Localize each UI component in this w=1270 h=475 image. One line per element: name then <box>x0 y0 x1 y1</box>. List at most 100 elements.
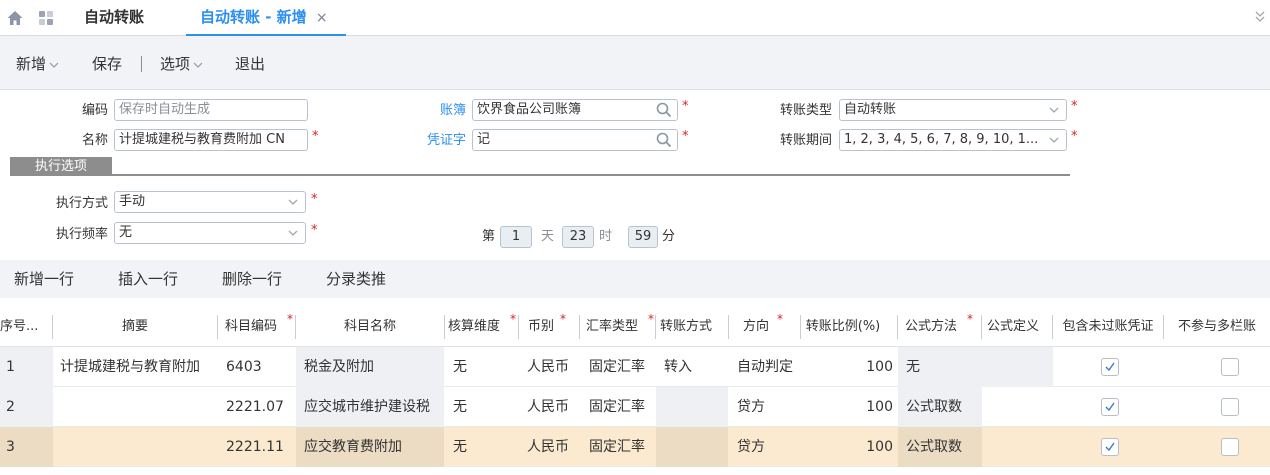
new-button-label: 新增 <box>16 55 47 73</box>
exec-mode-select[interactable]: 手动 <box>114 191 306 213</box>
exec-freq-select[interactable]: 无 <box>114 222 306 244</box>
cell-transfer-mode[interactable] <box>656 427 728 467</box>
voucher-input[interactable]: 记 <box>472 129 678 151</box>
header-account-name[interactable]: 科目名称 <box>296 307 444 347</box>
cell-currency[interactable]: 人民币 <box>527 347 579 387</box>
header-exclude-multicol[interactable]: 不参与多栏账 <box>1164 307 1270 347</box>
close-icon[interactable]: × <box>316 10 328 26</box>
include-unposted-checkbox[interactable] <box>1101 398 1119 416</box>
day-input[interactable]: 1 <box>500 226 532 248</box>
required-mark: * <box>312 129 319 144</box>
minute-input[interactable]: 59 <box>628 226 658 248</box>
chevron-down-icon <box>193 62 203 68</box>
name-input[interactable]: 计提城建税与教育费附加 CN <box>114 129 308 151</box>
include-unposted-checkbox[interactable] <box>1101 358 1119 376</box>
cell-formula-method[interactable]: 无 <box>898 347 982 387</box>
book-value: 饮界食品公司账簿 <box>477 102 582 117</box>
cell-account-code[interactable]: 2221.07 <box>226 387 294 427</box>
double-chevron-down-icon[interactable] <box>1254 9 1266 25</box>
delete-row-button[interactable]: 删除一行 <box>222 269 282 289</box>
apps-icon[interactable] <box>38 10 54 26</box>
cell-transfer-mode[interactable]: 转入 <box>664 347 728 387</box>
header-direction[interactable]: 方向 <box>729 307 783 347</box>
cell-summary[interactable]: 计提城建税与教育附加 <box>60 347 218 387</box>
header-account-code[interactable]: 科目编码 <box>218 307 284 347</box>
header-transfer-mode[interactable]: 转账方式 <box>656 307 716 347</box>
cell-currency[interactable]: 人民币 <box>527 427 579 467</box>
book-label[interactable]: 账簿 <box>410 101 466 121</box>
header-ratio[interactable]: 转账比例(%) <box>801 307 885 347</box>
cell-seq[interactable]: 1 <box>0 347 53 387</box>
cell-ratio[interactable]: 100 <box>801 387 893 427</box>
cell-dimension[interactable]: 无 <box>453 427 513 467</box>
cell-direction[interactable]: 自动判定 <box>737 347 800 387</box>
cell-account-code[interactable]: 6403 <box>226 347 294 387</box>
cell-seq[interactable]: 2 <box>0 387 53 427</box>
cell-currency[interactable]: 人民币 <box>527 387 579 427</box>
cell-formula-method[interactable]: 公式取数 <box>898 387 982 427</box>
save-button[interactable]: 保存 <box>92 54 122 74</box>
transfer-period-select[interactable]: 1, 2, 3, 4, 5, 6, 7, 8, 9, 10, 1... <box>839 129 1067 151</box>
cell-ratio[interactable]: 100 <box>801 347 893 387</box>
search-icon[interactable] <box>655 101 673 119</box>
voucher-label[interactable]: 凭证字 <box>410 131 466 151</box>
header-seq[interactable]: 序号... <box>0 307 52 347</box>
cell-dimension[interactable]: 无 <box>453 347 513 387</box>
insert-row-button[interactable]: 插入一行 <box>118 269 178 289</box>
cell-formula-method[interactable]: 公式取数 <box>898 427 982 467</box>
options-button[interactable]: 选项 <box>160 54 204 74</box>
tab-auto-transfer[interactable]: 自动转账 <box>84 0 144 36</box>
transfer-type-select[interactable]: 自动转账 <box>839 99 1067 121</box>
header-summary[interactable]: 摘要 <box>53 307 217 347</box>
cell-account-name[interactable]: 应交教育费附加 <box>296 427 444 467</box>
cell-direction[interactable]: 贷方 <box>737 427 800 467</box>
cell-rate-type[interactable]: 固定汇率 <box>589 347 655 387</box>
fill-down-button[interactable]: 分录类推 <box>326 269 386 289</box>
exit-button[interactable]: 退出 <box>235 54 265 74</box>
cell-rate-type[interactable]: 固定汇率 <box>589 427 655 467</box>
new-button[interactable]: 新增 <box>16 54 60 74</box>
cell-dimension[interactable]: 无 <box>453 387 513 427</box>
cell-seq[interactable]: 3 <box>0 427 53 467</box>
tab-bar: 自动转账 自动转账 - 新增 × <box>0 0 1270 36</box>
include-unposted-checkbox[interactable] <box>1101 438 1119 456</box>
book-input[interactable]: 饮界食品公司账簿 <box>472 99 678 121</box>
exclude-multicol-checkbox[interactable] <box>1221 438 1239 456</box>
required-mark: * <box>560 312 566 326</box>
required-mark: * <box>682 129 689 144</box>
cell-formula-def[interactable] <box>982 387 1053 427</box>
cell-summary[interactable] <box>60 427 218 467</box>
cell-summary[interactable] <box>60 387 218 427</box>
header-formula-method[interactable]: 公式方法 <box>898 307 964 347</box>
required-mark: * <box>287 312 293 326</box>
header-formula-def[interactable]: 公式定义 <box>982 307 1044 347</box>
voucher-value: 记 <box>477 132 491 147</box>
home-icon[interactable] <box>6 9 24 27</box>
cell-account-code[interactable]: 2221.11 <box>226 427 294 467</box>
table-row[interactable]: 2 2221.07 应交城市维护建设税 无 人民币 固定汇率 贷方 100 公式… <box>0 387 1270 427</box>
cell-direction[interactable]: 贷方 <box>737 387 800 427</box>
add-row-button[interactable]: 新增一行 <box>14 269 74 289</box>
chevron-down-icon <box>49 62 59 68</box>
cell-account-name[interactable]: 税金及附加 <box>296 347 444 387</box>
cell-account-name[interactable]: 应交城市维护建设税 <box>296 387 444 427</box>
cell-formula-def[interactable] <box>982 347 1053 387</box>
table-row[interactable]: 3 2221.11 应交教育费附加 无 人民币 固定汇率 贷方 100 公式取数 <box>0 427 1270 467</box>
required-mark: * <box>1071 99 1078 114</box>
hour-input[interactable]: 23 <box>562 226 594 248</box>
search-icon[interactable] <box>655 131 673 149</box>
cell-ratio[interactable]: 100 <box>801 427 893 467</box>
code-input[interactable]: 保存时自动生成 <box>114 99 308 121</box>
cell-formula-def[interactable] <box>982 427 1053 467</box>
cell-transfer-mode[interactable] <box>656 387 728 427</box>
header-currency[interactable]: 币别 <box>519 307 563 347</box>
exclude-multicol-checkbox[interactable] <box>1221 398 1239 416</box>
header-rate-type[interactable]: 汇率类型 <box>580 307 644 347</box>
header-include-unposted[interactable]: 包含未过账凭证 <box>1053 307 1163 347</box>
tab-auto-transfer-new[interactable]: 自动转账 - 新增 × <box>186 0 346 36</box>
table-row[interactable]: 1 计提城建税与教育附加 6403 税金及附加 无 人民币 固定汇率 转入 自动… <box>0 347 1270 387</box>
cell-rate-type[interactable]: 固定汇率 <box>589 387 655 427</box>
section-tag-exec-options[interactable]: 执行选项 <box>10 157 112 176</box>
header-dimension[interactable]: 核算维度 <box>445 307 503 347</box>
exclude-multicol-checkbox[interactable] <box>1221 358 1239 376</box>
